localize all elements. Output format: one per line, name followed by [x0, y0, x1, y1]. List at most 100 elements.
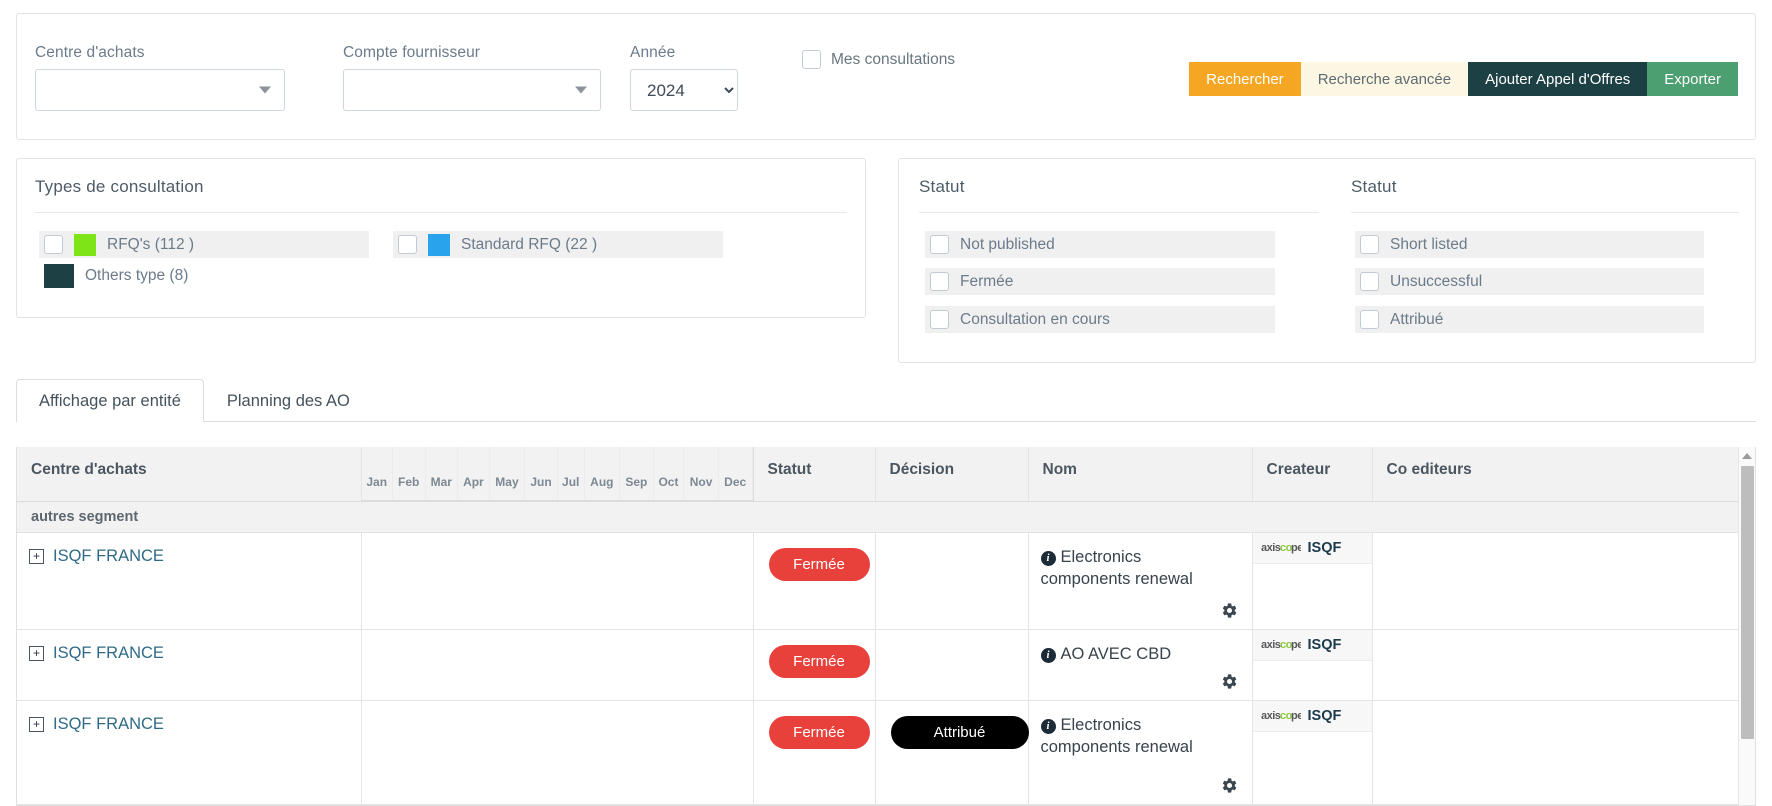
creator-chip[interactable]: axiscope ISQF — [1252, 629, 1372, 661]
status-filter-unsuccessful[interactable]: Unsuccessful — [1355, 268, 1704, 295]
expand-row-icon[interactable]: + — [29, 548, 44, 564]
status-badge[interactable]: Fermée — [768, 547, 870, 581]
scroll-up-arrow-icon[interactable] — [1742, 453, 1752, 459]
centre-dachats-select[interactable] — [35, 69, 285, 111]
svg-text:axis: axis — [1261, 710, 1281, 722]
centre-dachats-label: Centre d'achats — [35, 44, 145, 61]
annee-field: Année 2024 — [630, 44, 738, 111]
action-button-row: Rechercher Recherche avancée Ajouter App… — [1189, 62, 1738, 96]
status-filter-consultation-en-cours-checkbox[interactable] — [930, 310, 949, 329]
creator-chip[interactable]: axiscope ISQF — [1252, 532, 1372, 564]
mes-consultations-checkbox[interactable] — [802, 50, 821, 69]
status-filter-short-listed[interactable]: Short listed — [1355, 231, 1704, 258]
col-nom[interactable]: Nom — [1028, 447, 1253, 502]
gear-icon[interactable] — [1221, 777, 1238, 794]
status-badge[interactable]: Fermée — [768, 715, 870, 749]
col-statut[interactable]: Statut — [753, 447, 876, 502]
col-month-dec: Dec — [718, 447, 753, 501]
rechercher-button[interactable]: Rechercher — [1189, 62, 1301, 96]
axiscope-logo-icon: axiscope — [1261, 542, 1301, 554]
info-icon[interactable]: i — [1040, 647, 1056, 663]
centre-dachats-field: Centre d'achats — [35, 44, 285, 111]
col-month-feb: Feb — [392, 447, 426, 501]
type-filter-standard-rfq[interactable]: Standard RFQ (22 ) — [393, 231, 723, 258]
centre-dachats-value: ISQF FRANCE — [53, 643, 164, 662]
col-month-jul: Jul — [557, 447, 585, 501]
compte-fournisseur-select[interactable] — [343, 69, 601, 111]
status-filter-consultation-en-cours-label: Consultation en cours — [960, 310, 1110, 328]
table-row[interactable]: + ISQF FRANCE Fermée Attribué i Electronics c… — [17, 700, 1740, 805]
cell-createur: axiscope ISQF — [1252, 629, 1373, 701]
vertical-scrollbar[interactable] — [1738, 447, 1755, 805]
status-filter-unsuccessful-label: Unsuccessful — [1390, 272, 1483, 290]
statut-left-title: Statut — [919, 177, 965, 196]
exporter-button[interactable]: Exporter — [1647, 62, 1738, 96]
row-settings-button[interactable] — [1221, 673, 1238, 690]
type-filter-standard-rfq-checkbox[interactable] — [398, 235, 417, 254]
status-filter-unsuccessful-checkbox[interactable] — [1360, 272, 1379, 291]
mes-consultations-label: Mes consultations — [831, 50, 956, 68]
tab-planning-des-ao[interactable]: Planning des AO — [204, 379, 373, 422]
ajouter-appel-offres-button[interactable]: Ajouter Appel d'Offres — [1468, 62, 1648, 96]
status-filter-fermee[interactable]: Fermée — [925, 268, 1275, 295]
centre-dachats-value: ISQF FRANCE — [53, 714, 164, 733]
svg-text:axis: axis — [1261, 542, 1281, 554]
cell-centre-dachats[interactable]: + ISQF FRANCE — [17, 700, 362, 805]
col-centre-dachats[interactable]: Centre d'achats — [17, 447, 362, 502]
status-filter-not-published-checkbox[interactable] — [930, 235, 949, 254]
nom-value[interactable]: i Electronics components renewal — [1040, 716, 1193, 756]
col-month-mar: Mar — [425, 447, 459, 501]
info-icon[interactable]: i — [1040, 550, 1056, 566]
decision-badge[interactable]: Attribué — [890, 715, 1029, 749]
gear-icon[interactable] — [1221, 673, 1238, 690]
recherche-avancee-button[interactable]: Recherche avancée — [1300, 62, 1469, 96]
status-filter-short-listed-checkbox[interactable] — [1360, 235, 1379, 254]
table-row[interactable]: + ISQF FRANCE Fermée iAO AVEC CBD axiscope IS… — [17, 629, 1740, 701]
mes-consultations-checkbox-row[interactable]: Mes consultations — [802, 50, 955, 69]
annee-select[interactable]: 2024 — [630, 69, 738, 111]
status-filter-consultation-en-cours[interactable]: Consultation en cours — [925, 306, 1275, 333]
expand-row-icon[interactable]: + — [29, 716, 44, 732]
cell-co-editeurs — [1372, 532, 1740, 630]
status-filter-attribue-checkbox[interactable] — [1360, 310, 1379, 329]
type-filter-rfqs[interactable]: RFQ's (112 ) — [39, 231, 369, 258]
col-co-editeurs[interactable]: Co editeurs — [1372, 447, 1740, 502]
cell-centre-dachats[interactable]: + ISQF FRANCE — [17, 629, 362, 701]
status-filter-attribue-label: Attribué — [1390, 310, 1444, 328]
nom-value[interactable]: i Electronics components renewal — [1040, 548, 1193, 588]
col-month-may: May — [489, 447, 526, 501]
cell-statut: Fermée — [753, 532, 876, 630]
table-row[interactable]: + ISQF FRANCE Fermée i Electronics component… — [17, 532, 1740, 630]
nom-value[interactable]: i AO AVEC CBD — [1040, 645, 1171, 663]
row-settings-button[interactable] — [1221, 602, 1238, 619]
axiscope-logo-icon: axiscope — [1261, 710, 1301, 722]
type-filter-others-type-label: Others type (8) — [85, 266, 189, 284]
cell-nom: i Electronics components renewal — [1028, 532, 1253, 630]
status-filter-not-published[interactable]: Not published — [925, 231, 1275, 258]
gear-icon[interactable] — [1221, 602, 1238, 619]
col-month-apr: Apr — [457, 447, 490, 501]
expand-row-icon[interactable]: + — [29, 645, 44, 661]
cell-gantt-timeline — [361, 700, 754, 805]
status-filter-fermee-checkbox[interactable] — [930, 272, 949, 291]
scrollbar-thumb[interactable] — [1741, 466, 1754, 739]
cell-centre-dachats[interactable]: + ISQF FRANCE — [17, 532, 362, 630]
type-filter-others-type[interactable]: Others type (8) — [39, 262, 188, 289]
tab-affichage-par-entite[interactable]: Affichage par entité — [16, 379, 204, 422]
row-settings-button[interactable] — [1221, 777, 1238, 794]
cell-co-editeurs — [1372, 629, 1740, 701]
svg-text:pe: pe — [1291, 639, 1301, 651]
types-panel-title: Types de consultation — [35, 177, 204, 196]
cell-decision — [875, 532, 1029, 630]
col-createur[interactable]: Createur — [1252, 447, 1373, 502]
creator-chip[interactable]: axiscope ISQF — [1252, 700, 1372, 732]
cell-createur: axiscope ISQF — [1252, 532, 1373, 630]
status-filter-short-listed-label: Short listed — [1390, 235, 1468, 253]
col-decision[interactable]: Décision — [875, 447, 1029, 502]
col-month-jan: Jan — [361, 447, 393, 501]
status-filter-attribue[interactable]: Attribué — [1355, 306, 1704, 333]
table-header-row: Centre d'achats Jan Feb Mar Apr May Jun Jul Aug… — [17, 447, 1740, 502]
type-filter-rfqs-checkbox[interactable] — [44, 235, 63, 254]
status-badge[interactable]: Fermée — [768, 644, 870, 678]
info-icon[interactable]: i — [1040, 718, 1056, 734]
